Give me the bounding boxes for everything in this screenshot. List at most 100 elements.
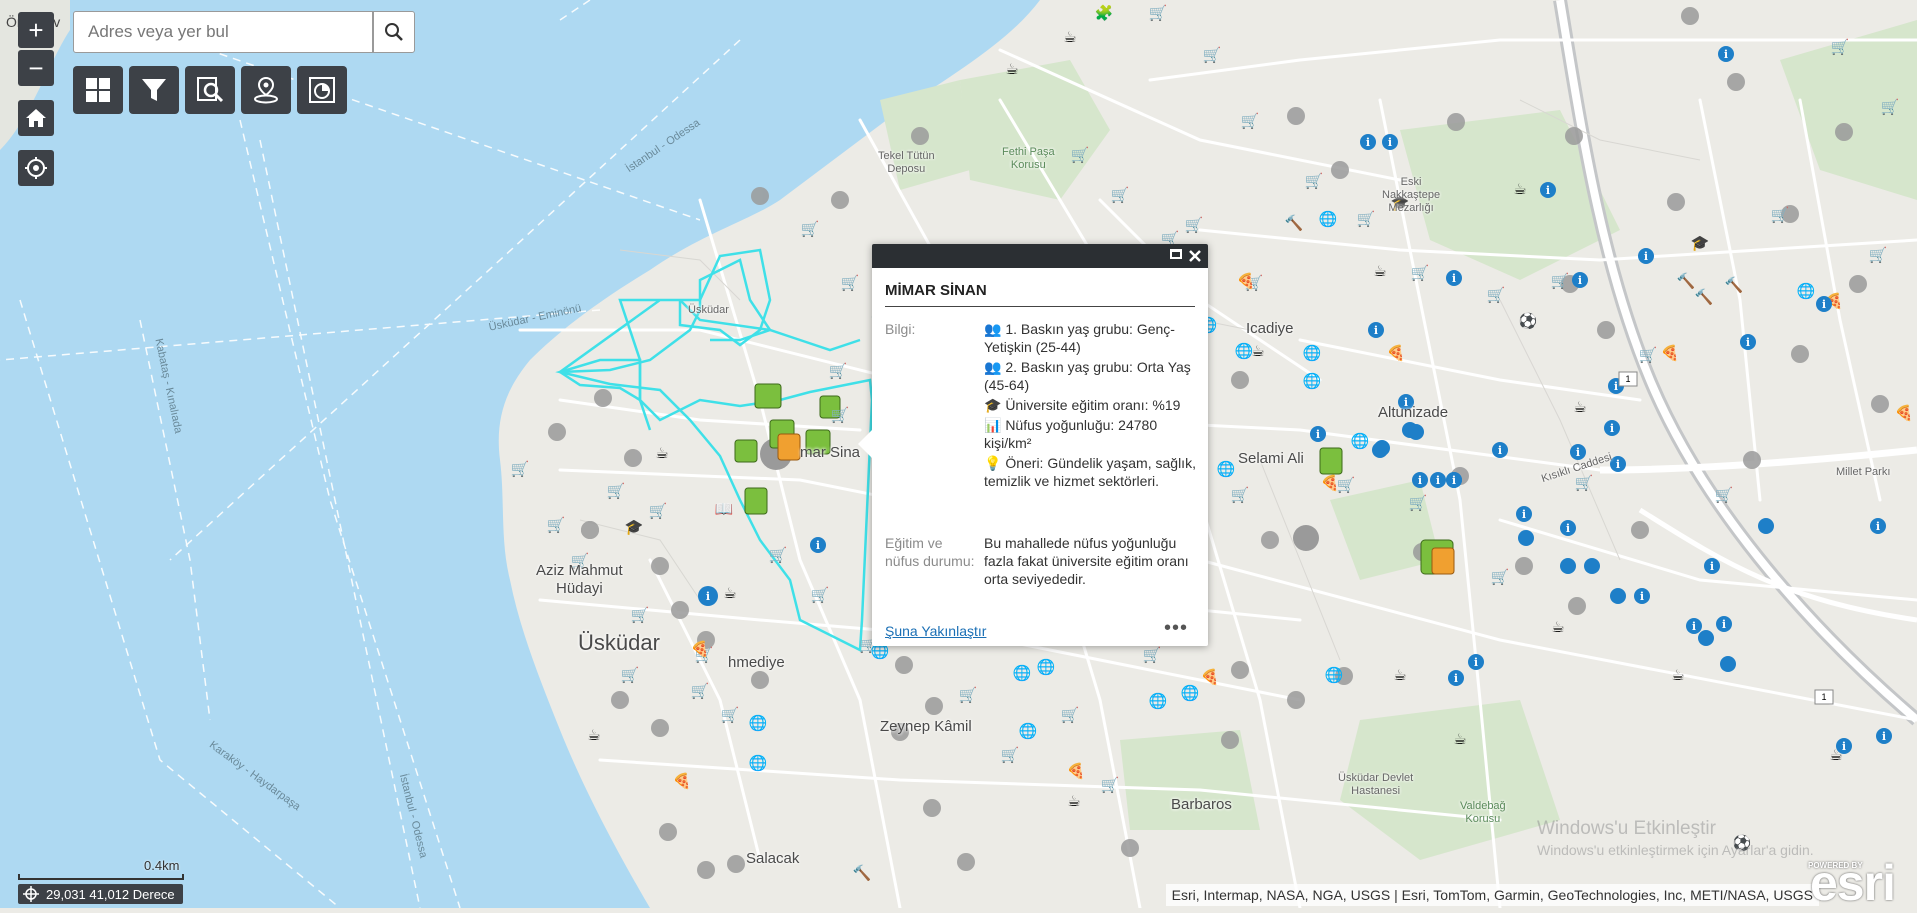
svg-text:i: i [816, 539, 820, 552]
svg-text:☕: ☕ [655, 444, 668, 462]
location-icon [254, 76, 278, 104]
svg-text:🛒: 🛒 [1411, 264, 1430, 282]
query-button[interactable] [185, 66, 235, 114]
info-value: 👥 1. Baskın yaş grubu: Genç-Yetişkin (25… [984, 320, 1198, 492]
svg-text:i: i [1576, 446, 1580, 459]
popup-info-row: Bilgi: 👥 1. Baskın yaş grubu: Genç-Yetiş… [885, 320, 1198, 520]
svg-text:☕: ☕ [1573, 398, 1586, 416]
svg-text:🛒: 🛒 [721, 706, 740, 724]
district-label-uskudar: Üsküdar [578, 630, 660, 655]
svg-text:i: i [1418, 474, 1422, 487]
basemap-gallery-button[interactable] [73, 66, 123, 114]
svg-text:🛒: 🛒 [829, 362, 848, 380]
info-line: 👥 1. Baskın yaş grubu: Genç-Yetişkin (25… [984, 321, 1175, 355]
svg-text:☕: ☕ [1393, 666, 1406, 684]
svg-text:i: i [706, 590, 710, 603]
svg-text:🍕: 🍕 [673, 772, 692, 790]
location-button[interactable] [241, 66, 291, 114]
zoom-in-button[interactable]: + [18, 12, 54, 48]
svg-text:i: i [1388, 136, 1392, 149]
svg-text:🛒: 🛒 [769, 546, 788, 564]
coordinate-text: 29,031 41,012 Derece [46, 886, 175, 902]
pier-label-uskudar: Üsküdar [688, 304, 729, 316]
esri-logo: esri [1810, 855, 1896, 911]
svg-text:🍕: 🍕 [691, 640, 710, 658]
svg-text:🎓: 🎓 [625, 518, 644, 536]
svg-text:i: i [1842, 740, 1846, 753]
info-line: 📊 Nüfus yoğunluğu: 24780 kişi/km² [984, 417, 1158, 451]
svg-text:🍕: 🍕 [1201, 668, 1220, 686]
svg-text:i: i [1452, 272, 1456, 285]
svg-text:🛒: 🛒 [831, 406, 850, 424]
map-attribution: Esri, Intermap, NASA, NGA, USGS | Esri, … [1165, 884, 1819, 906]
svg-text:☕: ☕ [1453, 730, 1466, 748]
district-label-mimar-sinan: mar Sina [800, 444, 861, 461]
district-label-altunizade: Altunizade [1378, 404, 1449, 421]
svg-text:🛒: 🛒 [1639, 346, 1658, 364]
svg-text:🛒: 🛒 [1491, 568, 1510, 586]
district-label-barbaros: Barbaros [1171, 796, 1232, 813]
place-label-fethi-pasa: Fethi Paşa Korusu [1002, 146, 1055, 171]
svg-text:☕: ☕ [723, 584, 736, 602]
svg-text:🛒: 🛒 [649, 502, 668, 520]
place-label-validebag: Valdebağ Korusu [1460, 800, 1506, 825]
svg-text:i: i [1692, 620, 1696, 633]
svg-text:🛒: 🛒 [1231, 486, 1250, 504]
info-line: 💡 Öneri: Gündelik yaşam, sağlık, temizli… [984, 455, 1196, 489]
search-button[interactable] [373, 11, 415, 53]
district-label-selami-ali: Selami Ali [1238, 450, 1304, 467]
search-icon [385, 23, 403, 41]
svg-text:🛒: 🛒 [1715, 486, 1734, 504]
chart-button[interactable] [297, 66, 347, 114]
svg-text:🛒: 🛒 [1337, 476, 1356, 494]
svg-text:🛒: 🛒 [621, 666, 640, 684]
svg-text:🛒: 🛒 [1771, 206, 1790, 224]
svg-text:i: i [1566, 522, 1570, 535]
popup-header [872, 244, 1208, 268]
district-label-ahmediye: hmediye [728, 654, 785, 671]
maximize-icon[interactable] [1170, 249, 1182, 259]
svg-text:🛒: 🛒 [1185, 216, 1204, 234]
svg-text:i: i [1452, 474, 1456, 487]
more-actions-button[interactable]: ••• [1164, 617, 1188, 640]
close-icon[interactable] [1188, 249, 1202, 263]
place-label-millet-parki: Millet Parkı [1836, 466, 1891, 478]
education-label: Eğitim ve nüfus durumu: [885, 535, 975, 569]
zoom-to-link[interactable]: Şuna Yakınlaştır [885, 623, 986, 639]
svg-text:🔨: 🔨 [1725, 276, 1744, 294]
svg-text:🔨: 🔨 [853, 864, 872, 882]
place-label-tekel: Tekel Tütün Deposu [878, 150, 935, 175]
svg-text:🍕: 🍕 [1387, 344, 1406, 362]
svg-text:i: i [1578, 274, 1582, 287]
svg-text:🛒: 🛒 [841, 274, 860, 292]
svg-text:🛒: 🛒 [607, 482, 626, 500]
home-button[interactable] [18, 100, 54, 136]
svg-text:🌐: 🌐 [1013, 664, 1032, 682]
svg-text:🔨: 🔨 [1677, 272, 1696, 290]
svg-text:i: i [1822, 298, 1826, 311]
locate-button[interactable] [18, 150, 54, 186]
search-input[interactable] [74, 12, 372, 52]
chart-icon [309, 77, 335, 103]
svg-text:🧩: 🧩 [1095, 4, 1114, 22]
svg-text:i: i [1316, 428, 1320, 441]
svg-text:🛒: 🛒 [1001, 746, 1020, 764]
svg-text:🛒: 🛒 [1881, 98, 1900, 116]
svg-text:i: i [1366, 136, 1370, 149]
svg-text:i: i [1474, 656, 1478, 669]
svg-text:🌐: 🌐 [1235, 342, 1254, 360]
filter-button[interactable] [129, 66, 179, 114]
svg-text:i: i [1614, 380, 1618, 393]
svg-text:i: i [1640, 590, 1644, 603]
svg-text:🌐: 🌐 [749, 754, 768, 772]
svg-text:🍕: 🍕 [1067, 762, 1086, 780]
coordinate-readout[interactable]: 29,031 41,012 Derece [18, 884, 183, 904]
info-line: 🎓 Üniversite eğitim oranı: %19 [984, 397, 1181, 413]
svg-text:i: i [1436, 474, 1440, 487]
svg-text:☕: ☕ [1063, 28, 1076, 46]
svg-text:🌐: 🌐 [749, 714, 768, 732]
zoom-out-button[interactable]: − [18, 50, 54, 86]
feature-popup: MİMAR SİNAN Bilgi: 👥 1. Baskın yaş grubu… [858, 244, 1208, 646]
svg-text:i: i [1644, 250, 1648, 263]
plus-icon: + [28, 14, 44, 45]
